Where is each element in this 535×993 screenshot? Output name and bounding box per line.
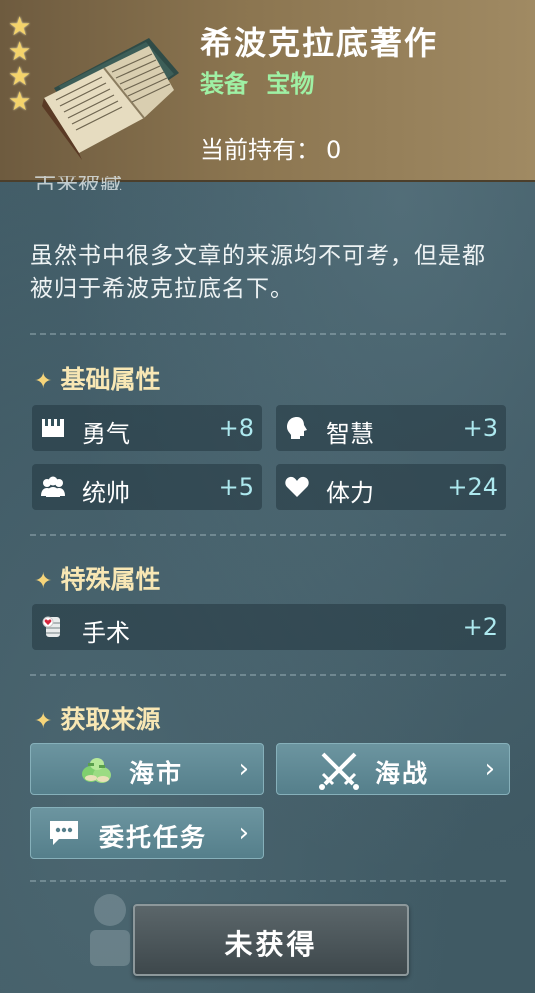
stat-value: +2: [462, 613, 498, 641]
divider: [30, 534, 506, 536]
hold-label: 当前持有：: [200, 136, 320, 164]
item-tag: 装备: [200, 70, 248, 98]
heart-icon: [285, 476, 309, 497]
stat-value: +8: [218, 414, 254, 442]
source-label: 海战: [375, 759, 430, 788]
star-icon: ★: [8, 12, 32, 42]
star-icon: ★: [8, 62, 32, 92]
source-label: 委托任务: [99, 823, 208, 852]
chevron-right-icon: ›: [238, 818, 249, 848]
not-obtained-label: 未获得: [224, 928, 318, 961]
source-commission-button[interactable]: 委托任务 ›: [30, 807, 264, 859]
basic-attrs-title: ✦ 基础属性: [34, 365, 161, 394]
item-title: 希波克拉底著作: [200, 24, 439, 62]
faded-background-icon: [90, 894, 130, 966]
stat-name: 手术: [82, 619, 130, 647]
chat-bubble-icon: [50, 821, 78, 845]
stat-stamina: 体力 +24: [276, 464, 506, 510]
divider: [30, 880, 506, 882]
sparkle-icon: ✦: [34, 369, 53, 394]
surgery-bandage-icon: [42, 616, 60, 637]
stat-name: 勇气: [82, 420, 130, 448]
item-header: ★ ★ ★ ★ 希波克拉底著作 装备 宝物 当前持有： 0: [0, 0, 535, 182]
sparkle-icon: ✦: [34, 569, 53, 594]
stat-value: +3: [462, 414, 498, 442]
chevron-right-icon: ›: [238, 754, 249, 784]
sparkle-icon: ✦: [34, 709, 53, 734]
hold-count: 当前持有： 0: [200, 130, 341, 165]
item-tags: 装备 宝物: [200, 64, 324, 99]
open-book-icon: [42, 38, 179, 160]
chevron-right-icon: ›: [484, 754, 495, 784]
star-icon: ★: [8, 37, 32, 67]
money-bags-icon: [82, 758, 111, 783]
source-market-button[interactable]: 海市 ›: [30, 743, 264, 795]
item-description: 虽然书中很多文章的来源均不可考，但是都被归于希波克拉底名下。: [30, 243, 486, 302]
divider: [30, 333, 506, 335]
stat-name: 智慧: [326, 420, 374, 448]
source-naval-battle-button[interactable]: 海战 ›: [276, 743, 510, 795]
stat-wisdom: 智慧 +3: [276, 405, 506, 451]
divider: [30, 674, 506, 676]
source-label: 海市: [129, 759, 184, 788]
hold-value: 0: [326, 136, 342, 164]
item-tag: 宝物: [266, 70, 315, 98]
crossed-swords-icon: [319, 752, 359, 790]
clipped-text: 古来被藏: [34, 176, 123, 190]
not-obtained-button[interactable]: 未获得: [133, 904, 409, 976]
stat-value: +5: [218, 473, 254, 501]
star-icon: ★: [8, 87, 32, 117]
stat-surgery: 手术 +2: [32, 604, 506, 650]
stat-command: 统帅 +5: [32, 464, 262, 510]
stat-name: 统帅: [82, 479, 130, 507]
special-attrs-title: ✦ 特殊属性: [34, 565, 161, 594]
wisdom-head-icon: [287, 417, 307, 439]
courage-icon: [42, 419, 64, 437]
stat-courage: 勇气 +8: [32, 405, 262, 451]
stat-value: +24: [447, 473, 498, 501]
rarity-stars: ★ ★ ★ ★: [8, 12, 32, 117]
stat-name: 体力: [326, 479, 374, 507]
command-people-icon: [41, 476, 65, 497]
sources-title: ✦ 获取来源: [34, 705, 161, 734]
